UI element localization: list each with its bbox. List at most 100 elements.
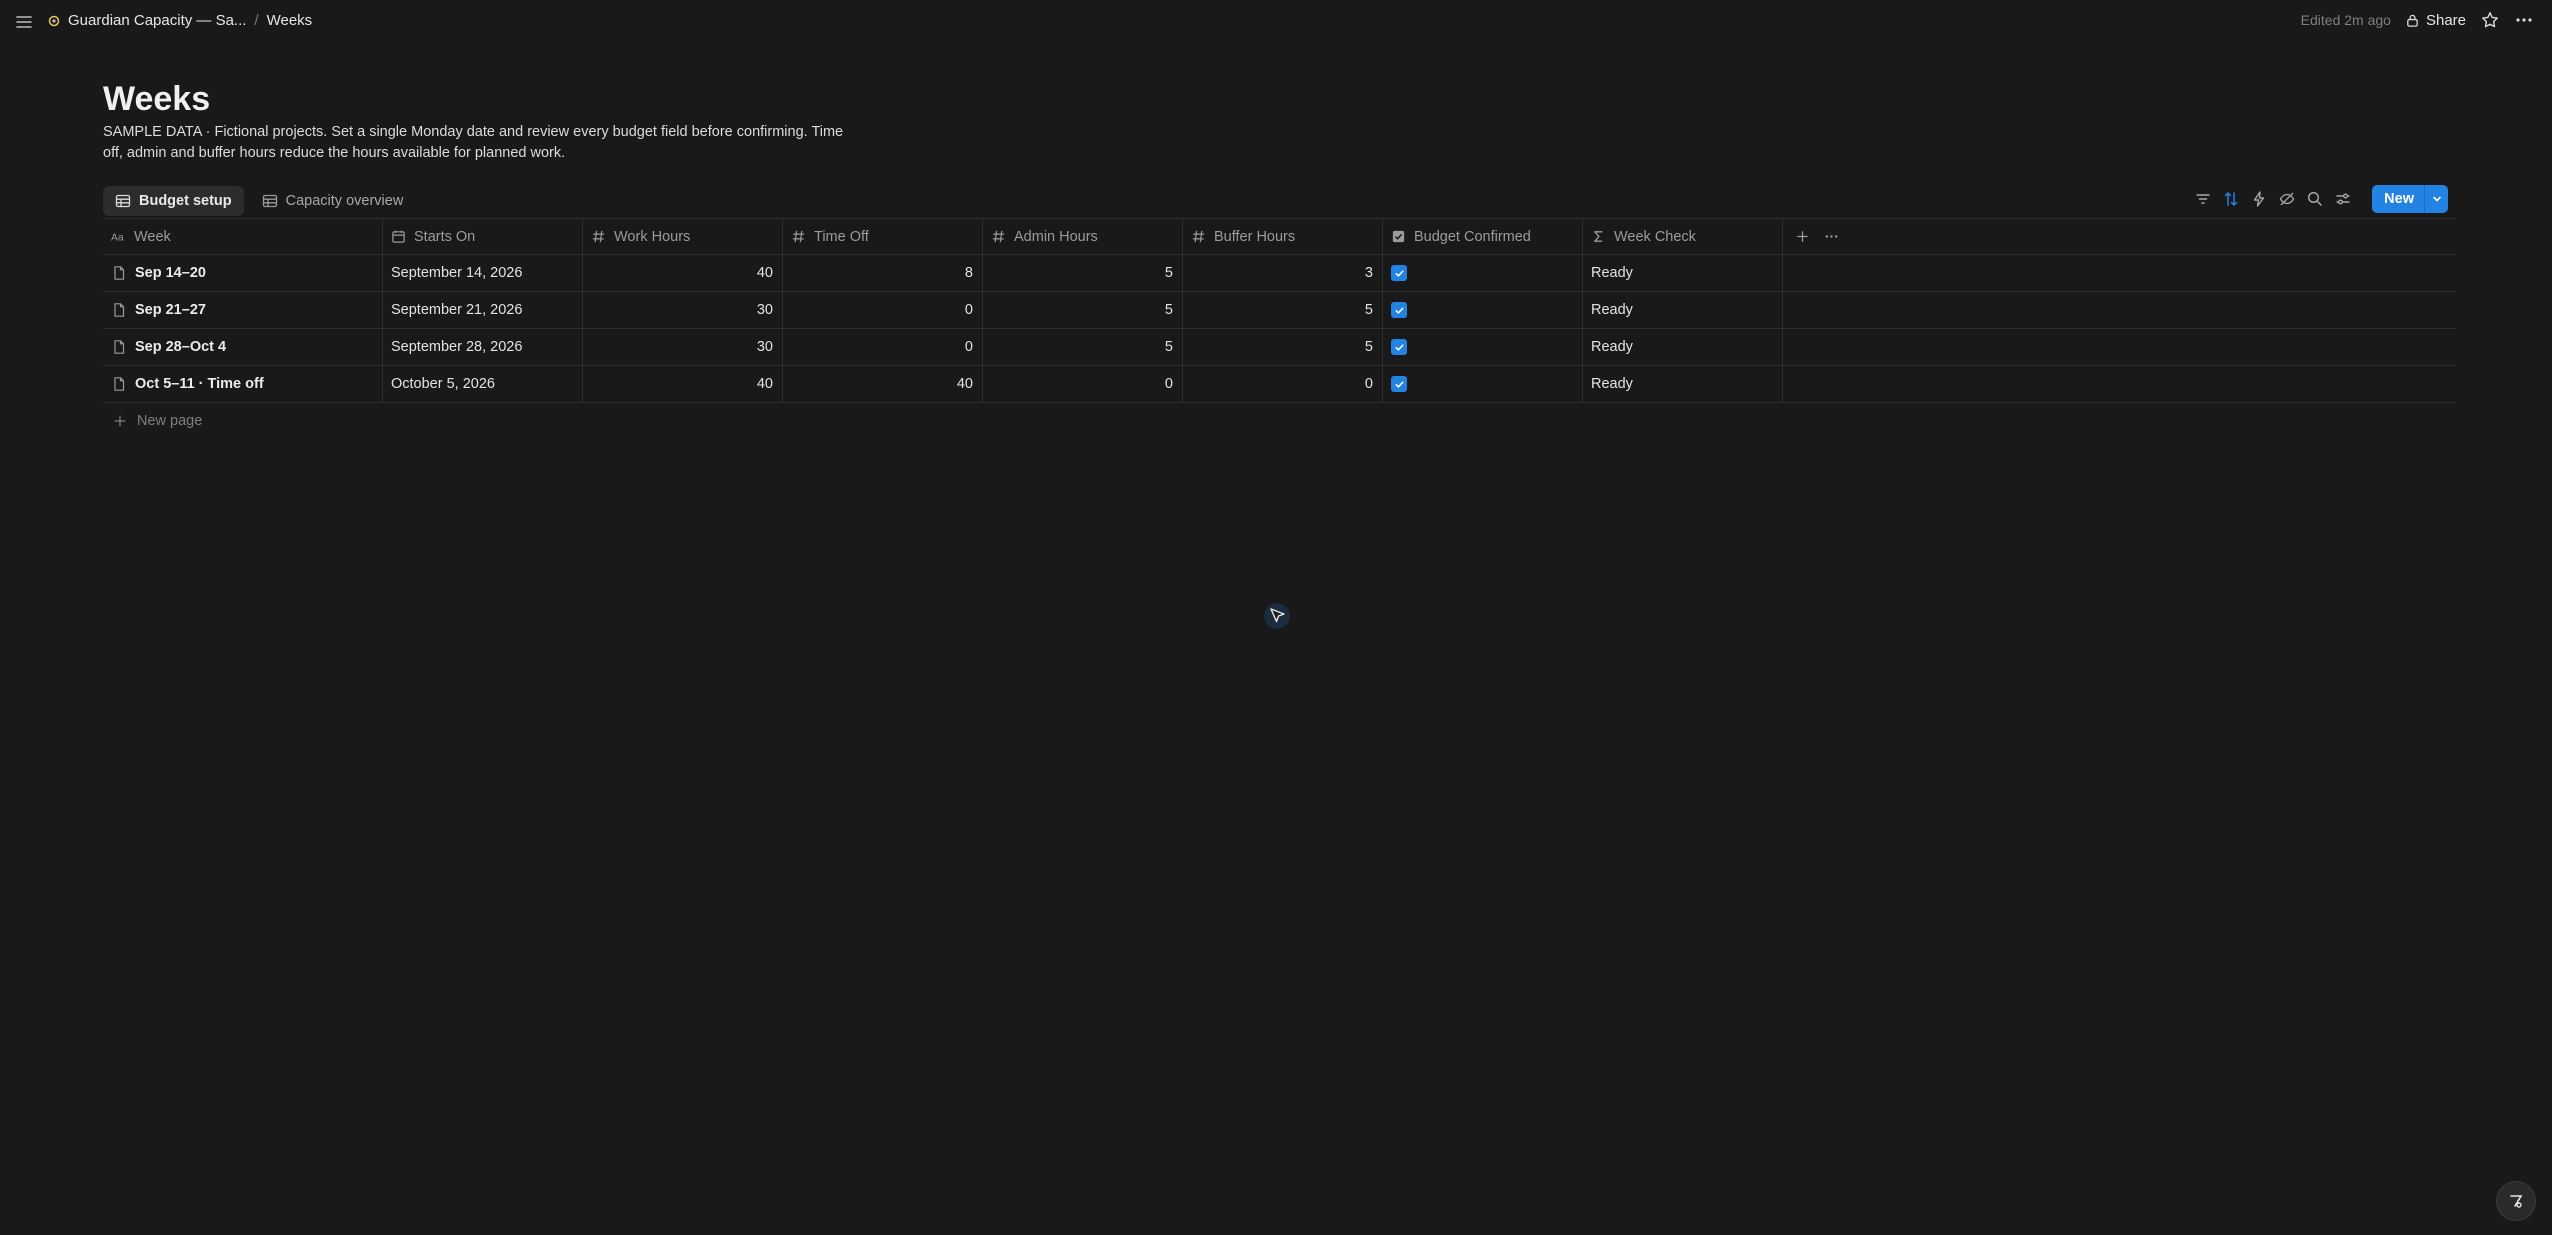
tab-label: Capacity overview (285, 193, 404, 209)
sort-icon[interactable] (2222, 190, 2240, 208)
cell-budget-confirmed (1383, 329, 1583, 365)
cell-empty (1783, 366, 2456, 402)
column-header-buffer-hours[interactable]: Buffer Hours (1183, 219, 1383, 254)
cell-admin-hours[interactable]: 5 (983, 292, 1183, 328)
budget-confirmed-checkbox[interactable] (1391, 302, 1407, 318)
table-icon (115, 194, 131, 208)
cell-buffer-hours[interactable]: 0 (1183, 366, 1383, 402)
cell-time-off[interactable]: 8 (783, 255, 983, 291)
hide-icon[interactable] (2278, 190, 2296, 208)
cell-week[interactable]: Sep 21–27 (103, 292, 383, 328)
table-icon (262, 194, 277, 208)
top-right-actions: Edited 2m ago Share (2301, 10, 2534, 30)
column-header-time-off[interactable]: Time Off (783, 219, 983, 254)
tab-budget-setup[interactable]: Budget setup (103, 186, 244, 216)
more-icon[interactable] (2514, 10, 2534, 30)
cell-week-check: Ready (1583, 366, 1783, 402)
cell-week[interactable]: Sep 28–Oct 4 (103, 329, 383, 365)
share-button[interactable]: Share (2405, 12, 2466, 29)
cell-buffer-hours[interactable]: 5 (1183, 292, 1383, 328)
breadcrumb-separator: / (254, 12, 259, 29)
more-icon[interactable] (1824, 229, 1839, 244)
week-name: Oct 5–11 · Time off (135, 376, 264, 392)
cell-buffer-hours[interactable]: 5 (1183, 329, 1383, 365)
number-icon (592, 230, 605, 243)
budget-confirmed-checkbox[interactable] (1391, 265, 1407, 281)
text-icon: Aa (111, 232, 124, 243)
menu-icon[interactable] (14, 12, 34, 32)
cell-buffer-hours[interactable]: 3 (1183, 255, 1383, 291)
budget-confirmed-checkbox[interactable] (1391, 339, 1407, 355)
cell-starts-on[interactable]: October 5, 2026 (383, 366, 583, 402)
column-header-starts-on[interactable]: Starts On (383, 219, 583, 254)
cell-week-check: Ready (1583, 292, 1783, 328)
share-label: Share (2425, 11, 2466, 29)
cell-week[interactable]: Sep 14–20 (103, 255, 383, 291)
breadcrumb-workspace[interactable]: Guardian Capacity — Sa... (68, 12, 246, 29)
cell-week[interactable]: Oct 5–11 · Time off (103, 366, 383, 402)
chevron-down-icon (2432, 196, 2441, 202)
filter-icon[interactable] (2194, 190, 2212, 208)
page-icon (114, 266, 125, 280)
cell-starts-on[interactable]: September 28, 2026 (383, 329, 583, 365)
new-dropdown-button[interactable] (2424, 185, 2448, 213)
column-header-week[interactable]: Aa Week (103, 219, 383, 254)
cell-admin-hours[interactable]: 5 (983, 329, 1183, 365)
database-table: Aa Week Starts On Work Hours Time Off Ad… (103, 218, 2456, 439)
breadcrumb-current[interactable]: Weeks (267, 12, 313, 29)
add-column-icon[interactable] (1795, 229, 1810, 244)
tab-capacity-overview[interactable]: Capacity overview (250, 186, 416, 216)
star-icon[interactable] (2480, 10, 2500, 30)
top-bar: Guardian Capacity — Sa... / Weeks Edited… (0, 0, 2552, 44)
settings-sliders-icon[interactable] (2334, 190, 2352, 208)
week-name: Sep 28–Oct 4 (135, 339, 227, 355)
cell-time-off[interactable]: 40 (783, 366, 983, 402)
checkbox-icon (1392, 230, 1405, 243)
cell-work-hours[interactable]: 30 (583, 292, 783, 328)
number-icon (992, 230, 1005, 243)
cell-starts-on[interactable]: September 14, 2026 (383, 255, 583, 291)
database-toolbar: New (2194, 185, 2448, 213)
new-page-button[interactable]: New page (103, 403, 2456, 439)
cell-admin-hours[interactable]: 0 (983, 366, 1183, 402)
page-icon (114, 377, 125, 391)
cell-time-off[interactable]: 0 (783, 329, 983, 365)
table-row[interactable]: Oct 5–11 · Time off October 5, 2026 40 40 0 0… (103, 366, 2456, 403)
page-icon (114, 303, 125, 317)
cell-empty (1783, 292, 2456, 328)
table-row[interactable]: Sep 28–Oct 4 September 28, 2026 30 0 5 5 Ready (103, 329, 2456, 366)
week-name: Sep 21–27 (135, 302, 206, 318)
number-icon (1192, 230, 1205, 243)
plus-icon (114, 415, 126, 427)
table-header: Aa Week Starts On Work Hours Time Off Ad… (103, 218, 2456, 255)
budget-confirmed-checkbox[interactable] (1391, 376, 1407, 392)
column-header-work-hours[interactable]: Work Hours (583, 219, 783, 254)
cell-starts-on[interactable]: September 21, 2026 (383, 292, 583, 328)
page-icon (114, 340, 125, 354)
column-header-budget-confirmed[interactable]: Budget Confirmed (1383, 219, 1583, 254)
table-body: Sep 14–20 September 14, 2026 40 8 5 3 Ready Sep… (103, 255, 2456, 403)
column-header-actions (1783, 219, 2456, 254)
column-header-week-check[interactable]: Week Check (1583, 219, 1783, 254)
cell-admin-hours[interactable]: 5 (983, 255, 1183, 291)
workspace-icon (48, 15, 60, 26)
cell-budget-confirmed (1383, 292, 1583, 328)
cell-work-hours[interactable]: 30 (583, 329, 783, 365)
view-tabs: Budget setup Capacity overview (103, 186, 415, 216)
cell-time-off[interactable]: 0 (783, 292, 983, 328)
search-icon[interactable] (2306, 190, 2324, 208)
new-button[interactable]: New (2372, 185, 2424, 213)
cell-week-check: Ready (1583, 255, 1783, 291)
number-icon (792, 230, 805, 243)
automation-icon[interactable] (2250, 190, 2268, 208)
cell-budget-confirmed (1383, 255, 1583, 291)
table-row[interactable]: Sep 14–20 September 14, 2026 40 8 5 3 Ready (103, 255, 2456, 292)
cell-work-hours[interactable]: 40 (583, 366, 783, 402)
column-header-admin-hours[interactable]: Admin Hours (983, 219, 1183, 254)
formula-icon (1594, 231, 1603, 242)
table-row[interactable]: Sep 21–27 September 21, 2026 30 0 5 5 Ready (103, 292, 2456, 329)
cell-empty (1783, 329, 2456, 365)
cell-work-hours[interactable]: 40 (583, 255, 783, 291)
help-button[interactable] (2496, 1181, 2536, 1221)
page-description: SAMPLE DATA · Fictional projects. Set a … (103, 124, 844, 161)
